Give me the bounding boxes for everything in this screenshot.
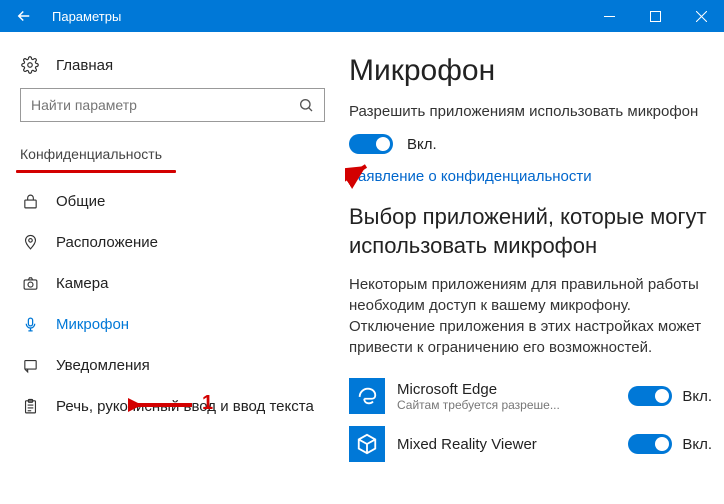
allow-description: Разрешить приложениям использовать микро… <box>349 102 712 122</box>
sidebar-item-camera[interactable]: Камера <box>0 263 345 304</box>
search-icon <box>298 97 314 113</box>
sidebar-item-label: Камера <box>56 275 108 292</box>
sidebar-item-label: Общие <box>56 193 105 210</box>
app-tile-mixed-reality <box>349 426 385 462</box>
cube-icon <box>356 433 378 455</box>
sidebar-menu: Общие Расположение Камера Микрофон <box>0 181 345 427</box>
sidebar-item-label: Речь, рукописный ввод и ввод текста <box>56 398 314 415</box>
master-toggle-label: Вкл. <box>407 136 437 153</box>
page-title: Микрофон <box>349 54 712 88</box>
sidebar-item-location[interactable]: Расположение <box>0 222 345 263</box>
sidebar-item-label: Уведомления <box>56 357 150 374</box>
edge-icon <box>356 385 378 407</box>
sidebar-item-notifications[interactable]: Уведомления <box>0 345 345 386</box>
maximize-icon <box>650 11 661 22</box>
section-heading: Выбор приложений, которые могут использо… <box>349 203 712 260</box>
notification-icon <box>20 357 40 374</box>
master-toggle[interactable] <box>349 134 393 154</box>
sidebar-item-speech[interactable]: Речь, рукописный ввод и ввод текста <box>0 386 345 427</box>
app-toggle-edge[interactable] <box>628 386 672 406</box>
app-name: Microsoft Edge <box>397 381 628 398</box>
clipboard-icon <box>20 398 40 415</box>
search-box[interactable] <box>20 88 325 122</box>
app-toggle-label: Вкл. <box>682 436 712 453</box>
sidebar-item-label: Микрофон <box>56 316 129 333</box>
microphone-icon <box>20 316 40 333</box>
sidebar-item-label: Расположение <box>56 234 158 251</box>
annotation-underline <box>16 170 176 173</box>
maximize-button[interactable] <box>632 0 678 32</box>
app-row-mixed-reality: Mixed Reality Viewer Вкл. <box>349 420 712 468</box>
camera-icon <box>20 275 40 292</box>
app-tile-edge <box>349 378 385 414</box>
sidebar-home[interactable]: Главная <box>0 48 345 88</box>
annotation-number-1: 1 <box>202 392 213 415</box>
main-panel: Микрофон Разрешить приложениям использов… <box>345 32 724 504</box>
sidebar: Главная Конфиденциальность Общие Располо… <box>0 32 345 504</box>
location-icon <box>20 234 40 251</box>
sidebar-item-general[interactable]: Общие <box>0 181 345 222</box>
lock-icon <box>20 193 40 210</box>
close-button[interactable] <box>678 0 724 32</box>
sidebar-item-microphone[interactable]: Микрофон <box>0 304 345 345</box>
app-toggle-label: Вкл. <box>682 388 712 405</box>
section-body-text: Некоторым приложениям для правильной раб… <box>349 274 712 358</box>
sidebar-home-label: Главная <box>56 57 113 74</box>
app-row-edge: Microsoft Edge Сайтам требуется разреше.… <box>349 372 712 420</box>
close-icon <box>696 11 707 22</box>
search-input[interactable] <box>31 97 298 113</box>
back-button[interactable] <box>0 0 48 32</box>
privacy-statement-link[interactable]: Заявление о конфиденциальности <box>349 168 592 185</box>
sidebar-section-header: Конфиденциальность <box>0 140 345 168</box>
minimize-icon <box>604 11 615 22</box>
master-toggle-row: Вкл. <box>349 134 712 154</box>
window-title: Параметры <box>48 9 586 24</box>
arrow-left-icon <box>15 7 33 25</box>
app-name: Mixed Reality Viewer <box>397 436 628 453</box>
minimize-button[interactable] <box>586 0 632 32</box>
app-subtitle: Сайтам требуется разреше... <box>397 398 628 412</box>
gear-icon <box>20 56 40 74</box>
titlebar: Параметры <box>0 0 724 32</box>
app-toggle-mixed-reality[interactable] <box>628 434 672 454</box>
